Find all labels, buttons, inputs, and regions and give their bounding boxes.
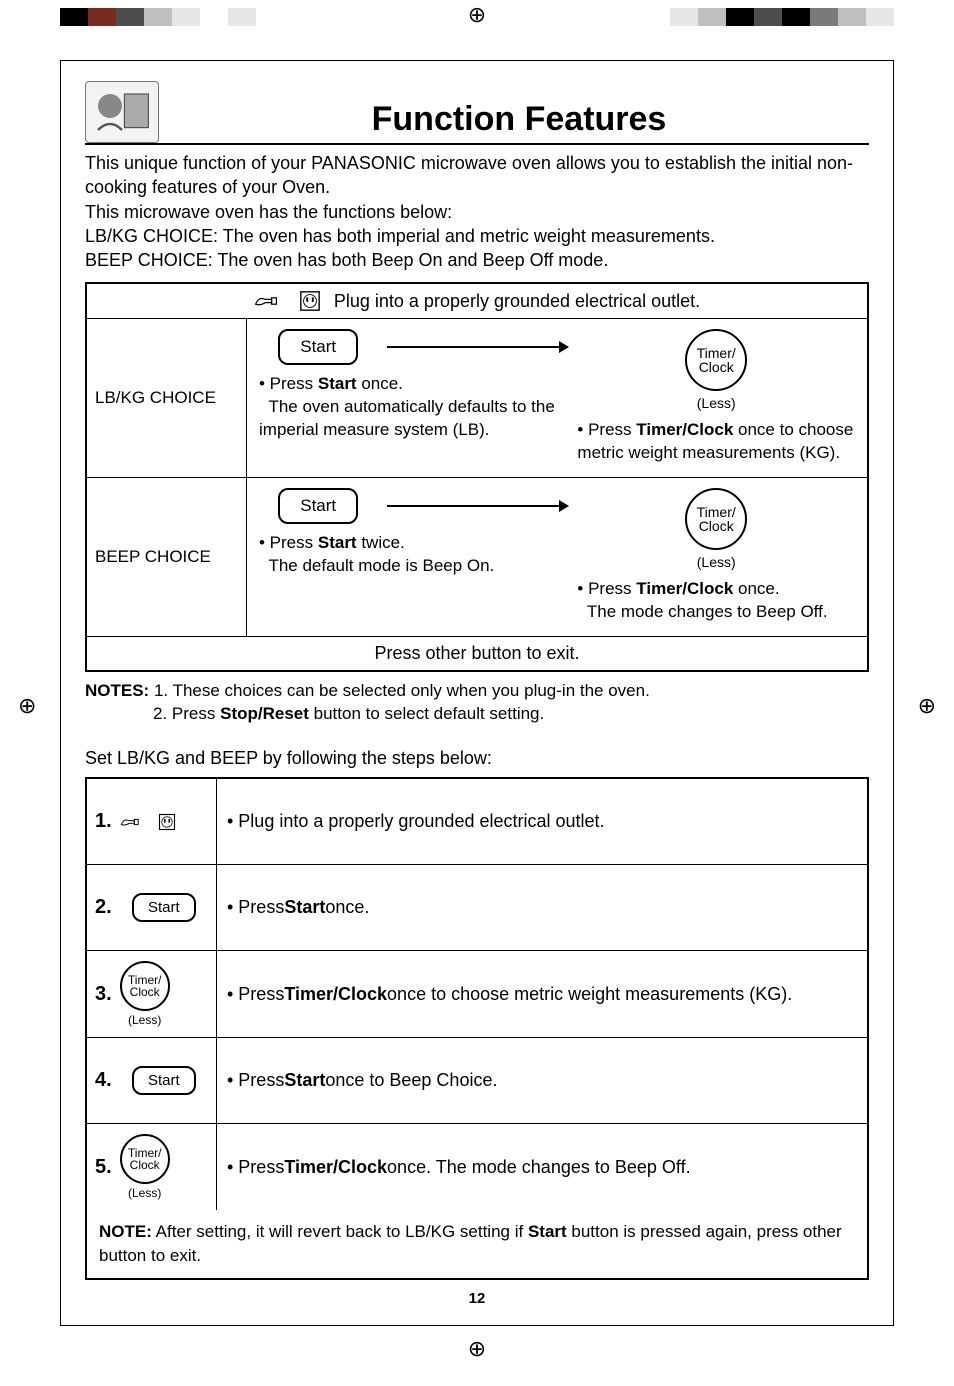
chef-illustration-icon	[86, 82, 158, 142]
registration-mark-bottom: ⊕	[0, 1336, 954, 1362]
arrow-icon	[387, 346, 567, 348]
feature-box-footer: Press other button to exit.	[87, 636, 867, 670]
less-label: (Less)	[697, 554, 736, 570]
feature-row-label: BEEP CHOICE	[87, 478, 247, 636]
chef-icon	[85, 81, 159, 143]
steps-note-label: NOTE:	[99, 1222, 152, 1241]
intro-p2: This microwave oven has the functions be…	[85, 200, 869, 224]
feature-right-text: • Press Timer/Clock once. The mode chang…	[577, 578, 855, 624]
start-button: Start	[278, 488, 358, 524]
less-label: (Less)	[128, 1013, 161, 1027]
less-label: (Less)	[128, 1186, 161, 1200]
feature-row-label: LB/KG CHOICE	[87, 319, 247, 477]
steps-box: 1. • Plug into a properly grounded elect…	[85, 777, 869, 1280]
step-left: 3. Timer/Clock (Less)	[87, 951, 217, 1037]
notes-line-2-bold: Stop/Reset	[220, 704, 309, 723]
step-number: 4.	[95, 1069, 112, 1092]
plug-icon	[120, 813, 146, 831]
steps-subhead: Set LB/KG and BEEP by following the step…	[85, 748, 869, 769]
timer-clock-button: Timer/Clock	[120, 961, 170, 1011]
feature-left-text: • Press Start twice. The default mode is…	[259, 532, 567, 578]
feature-box-header-text: Plug into a properly grounded electrical…	[334, 291, 700, 312]
notes-line-1: 1. These choices can be selected only wh…	[154, 681, 650, 700]
feature-right-text: • Press Timer/Clock once to choose metri…	[577, 419, 855, 465]
page-title: Function Features	[169, 100, 869, 143]
start-button: Start	[132, 893, 196, 922]
feature-box: Plug into a properly grounded electrical…	[85, 282, 869, 672]
crop-marks-top: ⊕	[0, 0, 954, 40]
timer-clock-button: Timer/Clock	[120, 1134, 170, 1184]
color-strip-left	[60, 8, 256, 26]
outlet-icon	[294, 290, 326, 312]
steps-note: NOTE: After setting, it will revert back…	[87, 1210, 867, 1278]
feature-left-text: • Press Start once. The oven automatical…	[259, 373, 567, 442]
step-left: 5. Timer/Clock (Less)	[87, 1124, 217, 1210]
start-button: Start	[132, 1066, 196, 1095]
steps-note-bold: Start	[528, 1222, 567, 1241]
step-text: • Press Start once.	[217, 865, 867, 950]
step-text: • Press Timer/Clock once. The mode chang…	[217, 1124, 867, 1210]
color-strip-right	[670, 8, 894, 26]
step-row: 2. Start • Press Start once.	[87, 865, 867, 951]
outlet-icon	[154, 813, 180, 831]
page-frame: Function Features This unique function o…	[60, 60, 894, 1326]
step-number: 1.	[95, 810, 112, 833]
steps-note-prefix: After setting, it will revert back to LB…	[152, 1222, 528, 1241]
step-number: 2.	[95, 896, 112, 919]
step-left: 1.	[87, 779, 217, 864]
feature-box-header: Plug into a properly grounded electrical…	[87, 284, 867, 319]
intro-text: This unique function of your PANASONIC m…	[85, 151, 869, 272]
step-text: • Plug into a properly grounded electric…	[217, 779, 867, 864]
timer-clock-button: Timer/Clock	[685, 488, 747, 550]
intro-p3: LB/KG CHOICE: The oven has both imperial…	[85, 224, 869, 248]
registration-mark-top: ⊕	[468, 4, 486, 26]
start-button: Start	[278, 329, 358, 365]
page-header: Function Features	[85, 81, 869, 145]
less-label: (Less)	[697, 395, 736, 411]
step-row: 3. Timer/Clock (Less) • Press Timer/Cloc…	[87, 951, 867, 1038]
timer-clock-button: Timer/Clock	[685, 329, 747, 391]
step-left: 4. Start	[87, 1038, 217, 1123]
registration-mark-left: ⊕	[18, 693, 36, 719]
notes-line-2-suffix: button to select default setting.	[309, 704, 544, 723]
intro-p1: This unique function of your PANASONIC m…	[85, 151, 869, 200]
step-row: 5. Timer/Clock (Less) • Press Timer/Cloc…	[87, 1124, 867, 1210]
arrow-icon	[387, 505, 567, 507]
step-number: 5.	[95, 1156, 112, 1179]
feature-row: LB/KG CHOICE Start • Press Start once. T…	[87, 319, 867, 478]
notes-line-2-prefix: 2. Press	[153, 704, 220, 723]
feature-row: BEEP CHOICE Start • Press Start twice. T…	[87, 478, 867, 636]
notes-block: NOTES: 1. These choices can be selected …	[85, 680, 869, 726]
crop-marks-bottom: ⊕	[0, 1336, 954, 1376]
page-number: 12	[85, 1290, 869, 1307]
step-text: • Press Start once to Beep Choice.	[217, 1038, 867, 1123]
step-row: 1. • Plug into a properly grounded elect…	[87, 779, 867, 865]
step-row: 4. Start • Press Start once to Beep Choi…	[87, 1038, 867, 1124]
notes-label: NOTES:	[85, 681, 149, 700]
intro-p4: BEEP CHOICE: The oven has both Beep On a…	[85, 248, 869, 272]
step-number: 3.	[95, 983, 112, 1006]
step-text: • Press Timer/Clock once to choose metri…	[217, 951, 867, 1037]
step-left: 2. Start	[87, 865, 217, 950]
registration-mark-right: ⊕	[918, 693, 936, 719]
plug-icon	[254, 290, 286, 312]
